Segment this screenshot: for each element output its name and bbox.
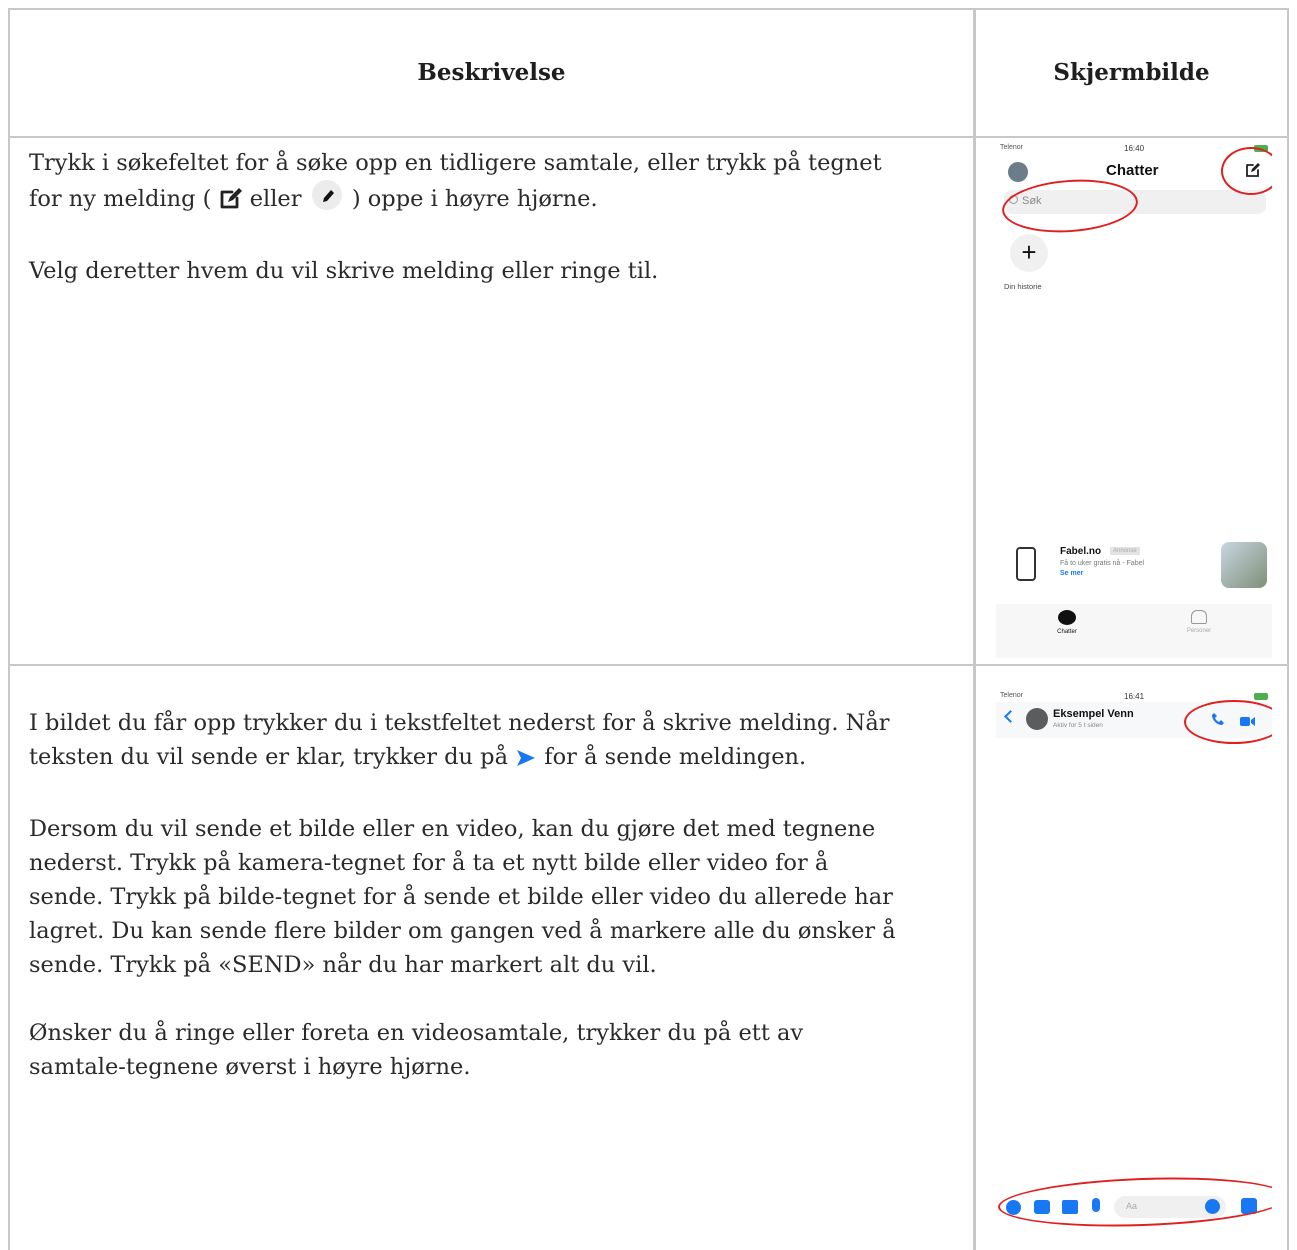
book-icon	[1016, 547, 1036, 581]
ad-list-item[interactable]: Fabel.no Annonse Få to uker gratis nå - …	[996, 540, 1272, 600]
row2-paragraph-1: I bildet du får opp trykker du i tekstfe…	[29, 706, 899, 778]
tab-chats[interactable]: Chatter	[1042, 610, 1092, 635]
back-icon[interactable]	[1004, 710, 1017, 723]
ad-thumbnail	[1221, 542, 1267, 588]
row-divider-1	[8, 664, 1289, 666]
pencil-icon	[309, 180, 345, 220]
story-label: Din historie	[1004, 282, 1042, 291]
row2-paragraph-2: Dersom du vil sende et bilde eller en vi…	[29, 816, 896, 978]
ad-name: Fabel.no	[1060, 546, 1102, 557]
battery-icon	[1254, 693, 1268, 700]
header-description: Beskrivelse	[417, 59, 566, 86]
highlight-ring-composer	[997, 1172, 1272, 1232]
screenshot-conversation: Telenor 16:41 Eksempel Venn Aktiv for 5 …	[996, 690, 1272, 1244]
highlight-ring-search	[1000, 175, 1140, 237]
header-screenshot: Skjermbilde	[1053, 59, 1210, 86]
ad-badge: Annonse	[1110, 547, 1140, 555]
tab-people[interactable]: Personer	[1174, 610, 1224, 634]
ad-link[interactable]: Se mer	[1060, 570, 1083, 577]
chats-title: Chatter	[1106, 162, 1159, 179]
column-divider	[973, 8, 976, 1250]
screenshot-chats-list: Telenor 16:40 Chatter Søk + Din historie…	[996, 142, 1272, 658]
compose-icon	[219, 186, 243, 220]
profile-avatar[interactable]	[1008, 162, 1028, 182]
chat-bubble-icon	[1058, 610, 1076, 625]
table-border-left	[8, 8, 10, 1250]
bottom-tab-bar: Chatter Personer	[996, 604, 1272, 658]
row1-paragraph-1: Trykk i søkefeltet for å søke opp en tid…	[29, 146, 899, 220]
add-story-button[interactable]: +	[1010, 234, 1048, 272]
row2-paragraph-3: Ønsker du å ringe eller foreta en videos…	[29, 1020, 804, 1080]
row1-paragraph-2: Velg deretter hvem du vil skrive melding…	[29, 258, 659, 284]
contact-name[interactable]: Eksempel Venn	[1053, 708, 1134, 720]
row1-description: Trykk i søkefeltet for å søke opp en tid…	[29, 146, 899, 322]
people-icon	[1191, 610, 1207, 624]
row2-description: I bildet du får opp trykker du i tekstfe…	[29, 706, 899, 1118]
send-icon	[515, 744, 537, 778]
ad-text: Få to uker gratis nå - Fabel	[1060, 560, 1145, 567]
contact-avatar	[1026, 708, 1048, 730]
contact-status: Aktiv for 5 t siden	[1053, 722, 1103, 729]
highlight-ring-compose	[1221, 147, 1272, 195]
table-border-right	[1287, 8, 1289, 1250]
